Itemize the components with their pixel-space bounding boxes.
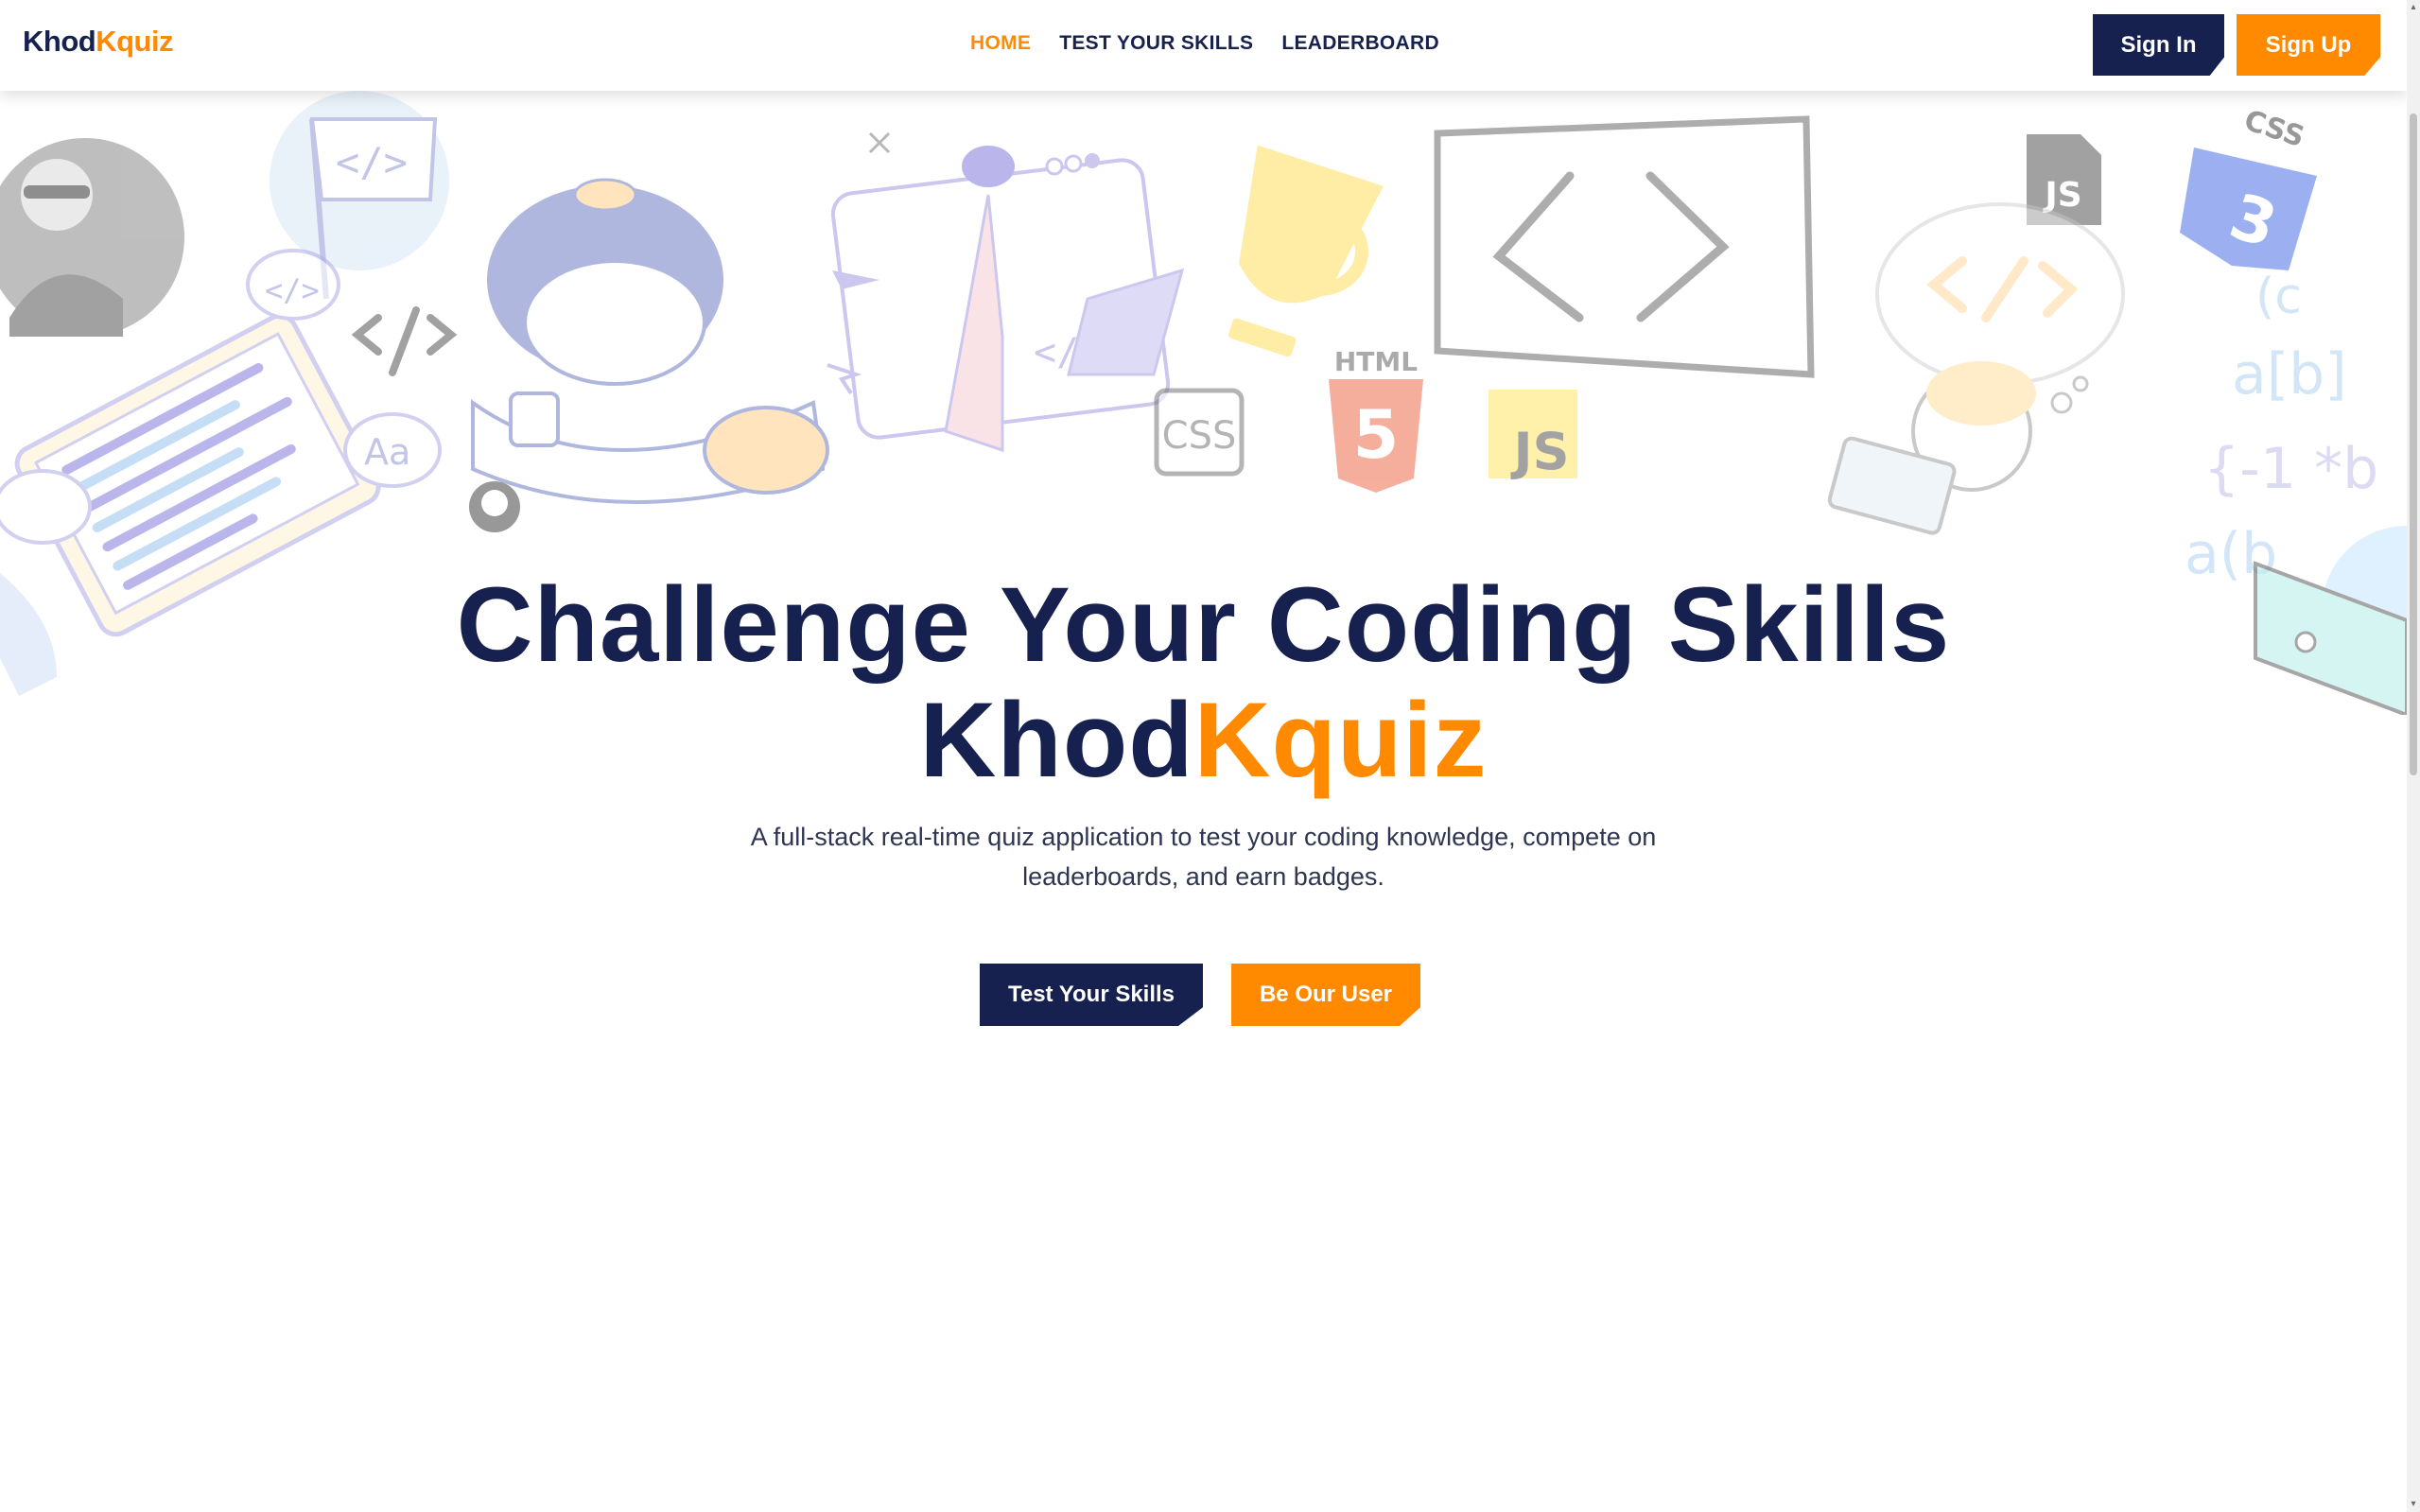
nav-links: HOME TEST YOUR SKILLS LEADERBOARD: [970, 32, 1439, 55]
html5-icon: HTML 5: [1329, 346, 1423, 493]
sign-up-button[interactable]: Sign Up: [2237, 14, 2380, 76]
css3-label-text: CSS: [2240, 104, 2308, 154]
hero-section: Challenge Your Coding Skills KhodKquiz A…: [0, 567, 2407, 896]
hero-subtitle: A full-stack real-time quiz application …: [750, 823, 1657, 891]
brand-name-part1: Khod: [23, 25, 96, 58]
css-badge-icon: CSS: [1154, 388, 1245, 477]
svg-text:{-1 *b: {-1 *b: [2203, 436, 2378, 502]
brand-name-part2: Kquiz: [96, 25, 174, 58]
js-file-text: JS: [2042, 176, 2081, 215]
nav-home[interactable]: HOME: [970, 32, 1031, 55]
code-brackets-frame: [1434, 115, 1815, 378]
svg-text:a[b]: a[b]: [2232, 341, 2347, 408]
svg-text:(c: (c: [2255, 269, 2302, 325]
css-badge-text: CSS: [1162, 414, 1237, 458]
test-your-skills-button[interactable]: Test Your Skills: [980, 964, 1203, 1026]
hero-title-brand-part1: Khod: [919, 681, 1194, 799]
html5-number-text: 5: [1353, 396, 1400, 474]
sign-in-button[interactable]: Sign In: [2093, 14, 2224, 76]
code-symbol-icon: [351, 306, 458, 376]
flag-code-text: </>: [336, 139, 408, 185]
brand-logo[interactable]: KhodKquiz: [23, 25, 174, 59]
nav-leaderboard[interactable]: LEADERBOARD: [1281, 32, 1439, 55]
hero-title: Challenge Your Coding Skills KhodKquiz: [0, 567, 2407, 798]
stressed-coder-illustration: [471, 178, 829, 504]
bubble-code-text: </>: [265, 272, 320, 308]
trophy-icon: [1228, 145, 1384, 357]
browser-window-illustration: </>: [827, 131, 1185, 453]
bubble-aa-text: Aa: [364, 431, 410, 473]
html-badge-text: HTML: [1334, 346, 1418, 377]
hero-title-line1: Challenge Your Coding Skills: [456, 565, 1951, 684]
css3-icon: CSS 3: [2180, 104, 2317, 270]
thinking-coder-illustration: [1827, 202, 2125, 535]
be-our-user-button[interactable]: Be Our User: [1231, 964, 1420, 1026]
avatar-illustration: [0, 138, 184, 337]
scrollbar-thumb[interactable]: [2410, 113, 2417, 775]
scroll-up-arrow-icon[interactable]: ▴: [2408, 2, 2419, 13]
math-symbols-illustration: (c a[b] {-1 *b a(b: [2185, 269, 2378, 587]
js-badge-yellow-text: JS: [1510, 422, 1570, 481]
scroll-down-arrow-icon[interactable]: ▾: [2408, 1499, 2419, 1510]
top-navbar: KhodKquiz HOME TEST YOUR SKILLS LEADERBO…: [0, 0, 2407, 91]
js-badge-icon: JS: [1489, 390, 1577, 481]
hero-title-brand-part2: Kquiz: [1193, 681, 1488, 799]
nav-test-your-skills[interactable]: TEST YOUR SKILLS: [1059, 32, 1253, 55]
github-icon: [469, 481, 520, 532]
page-scrollbar[interactable]: ▴ ▾: [2407, 0, 2420, 1512]
